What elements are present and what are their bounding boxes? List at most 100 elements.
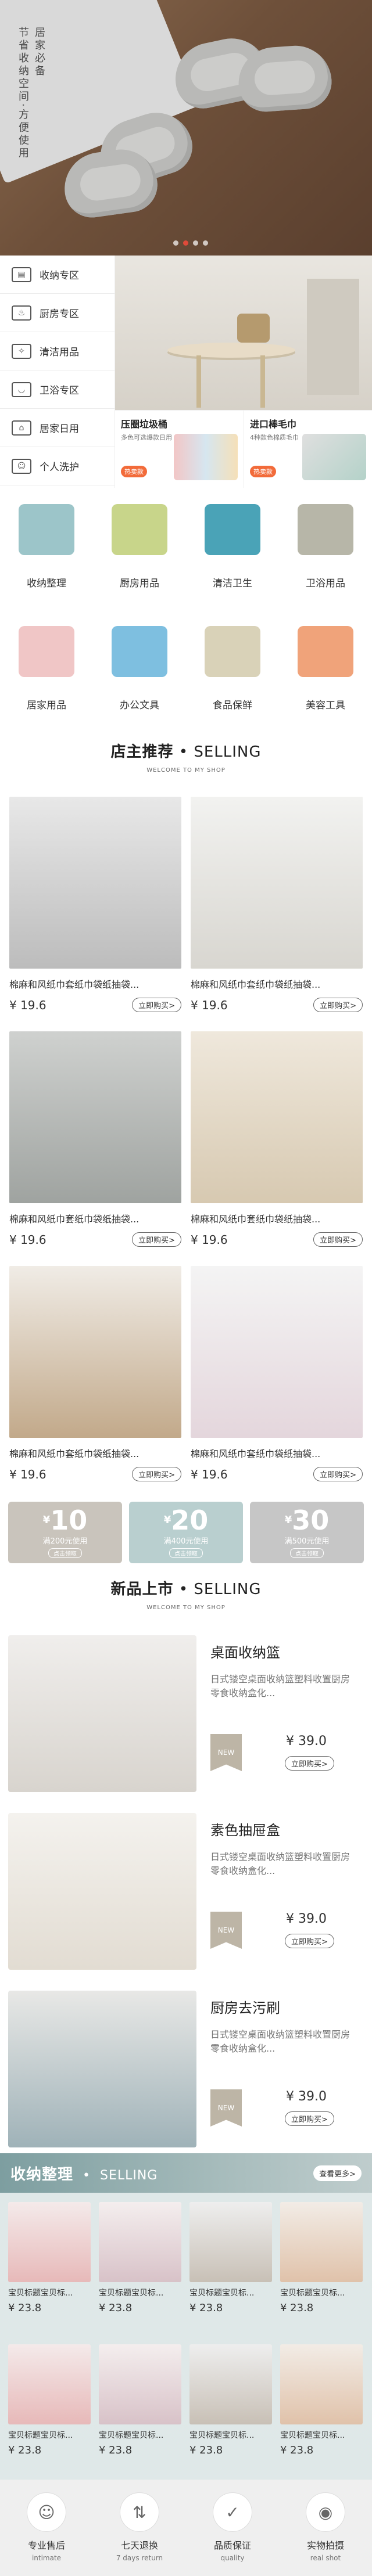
- coupon-amount: 20: [171, 1505, 209, 1536]
- view-more-button[interactable]: 查看更多>: [313, 2165, 362, 2181]
- service-label-en: intimate: [31, 2554, 62, 2562]
- cleaning-icon: ✧: [12, 343, 31, 359]
- claim-coupon-button[interactable]: 点击领取: [169, 1548, 203, 1558]
- carousel-dot-active[interactable]: [183, 240, 188, 246]
- buy-now-button[interactable]: 立即购买>: [313, 1232, 363, 1247]
- service-after-sales[interactable]: ☺ 专业售后 intimate: [12, 2492, 81, 2576]
- category-menu: ▤ 收纳专区 ♨ 厨房专区 ✧ 清洁用品 ◡ 卫浴专区 ⌂ 居家日用 ☺ 个人洗护: [0, 256, 115, 488]
- menu-item-label: 收纳专区: [40, 270, 79, 282]
- storage-product-card[interactable]: 宝贝标题宝贝标... ¥ 23.8: [280, 2344, 363, 2475]
- product-image: [280, 2344, 363, 2424]
- menu-item-kitchen[interactable]: ♨ 厨房专区: [0, 294, 115, 332]
- category-kitchen[interactable]: 厨房用品: [93, 501, 186, 605]
- service-real-shot[interactable]: ◉ 实物拍摄 real shot: [291, 2492, 360, 2576]
- product-card[interactable]: 棉麻和风纸巾套纸巾袋纸抽袋... ¥ 19.6 立即购买>: [9, 1031, 181, 1266]
- coupon-20[interactable]: ¥20 满400元使用 点击领取: [129, 1502, 243, 1563]
- buy-now-button[interactable]: 立即购买>: [285, 2111, 334, 2126]
- hero-banner[interactable]: 居家必备 节省收纳空间·方便使用: [0, 0, 372, 256]
- storage-product-card[interactable]: 宝贝标题宝贝标... ¥ 23.8: [189, 2344, 272, 2475]
- carousel-dot[interactable]: [173, 240, 178, 246]
- product-card[interactable]: 棉麻和风纸巾套纸巾袋纸抽袋... ¥ 19.6 立即购买>: [9, 1266, 181, 1501]
- table-leg: [260, 355, 265, 408]
- new-product-price: ¥ 39.0: [286, 1912, 327, 1926]
- buy-now-button[interactable]: 立即购买>: [285, 1934, 334, 1948]
- product-image: [189, 2202, 272, 2282]
- buy-now-button[interactable]: 立即购买>: [313, 1467, 363, 1481]
- shop-page: 居家必备 节省收纳空间·方便使用 ▤ 收纳专区 ♨ 厨房专区 ✧ 清洁用品 ◡ 卫浴专区…: [0, 0, 372, 2576]
- table-leg: [196, 355, 201, 408]
- service-label-en: quality: [220, 2554, 245, 2562]
- promo-banner-table[interactable]: [115, 256, 372, 410]
- buy-now-button[interactable]: 立即购买>: [132, 1232, 181, 1247]
- menu-item-home-daily[interactable]: ⌂ 居家日用: [0, 409, 115, 447]
- storage-product-card[interactable]: 宝贝标题宝贝标... ¥ 23.8: [99, 2344, 181, 2475]
- promo-title: 压圈垃圾桶: [121, 419, 168, 430]
- category-beauty[interactable]: 美容工具: [279, 623, 372, 727]
- service-label-en: 7 days return: [116, 2554, 163, 2562]
- service-footer: ☺ 专业售后 intimate ⇅ 七天退换 7 days return ✓ 品质保证 qu…: [0, 2480, 372, 2576]
- category-storage[interactable]: 收纳整理: [0, 501, 93, 605]
- menu-item-personal-care[interactable]: ☺ 个人洗护: [0, 447, 115, 485]
- section-title: 新品上市 • SELLING: [110, 1581, 262, 1598]
- storage-product-card[interactable]: 宝贝标题宝贝标... ¥ 23.8: [8, 2344, 91, 2475]
- category-cleaning[interactable]: 清洁卫生: [186, 501, 279, 605]
- category-office[interactable]: 办公文具: [93, 623, 186, 727]
- product-image: [189, 2344, 272, 2424]
- category-bathroom[interactable]: 卫浴用品: [279, 501, 372, 605]
- menu-item-cleaning[interactable]: ✧ 清洁用品: [0, 332, 115, 370]
- category-label: 办公文具: [120, 700, 159, 711]
- section-subtitle: WELCOME TO MY SHOP: [146, 767, 226, 773]
- product-price: ¥ 19.6: [191, 998, 228, 1012]
- service-returns[interactable]: ⇅ 七天退换 7 days return: [105, 2492, 174, 2576]
- coupon-condition: 满200元使用: [42, 1537, 88, 1546]
- section-header-new: 新品上市 • SELLING WELCOME TO MY SHOP: [0, 1577, 372, 1611]
- carousel-dot[interactable]: [193, 240, 198, 246]
- new-product-row[interactable]: 厨房去污刷 日式镂空桌面收纳篮塑料收置厨房零食收纳盒化... NEW ¥ 39.…: [0, 1991, 372, 2165]
- new-product-row[interactable]: 桌面收纳篮 日式镂空桌面收纳篮塑料收置厨房零食收纳盒化... NEW ¥ 39.…: [0, 1635, 372, 1809]
- buy-now-button[interactable]: 立即购买>: [285, 1756, 334, 1771]
- buy-now-button[interactable]: 立即购买>: [313, 998, 363, 1012]
- promo-card-towel[interactable]: 进口棒毛巾 4种款色棉质毛巾 热卖款: [244, 410, 372, 488]
- product-price: ¥ 23.8: [280, 2444, 314, 2456]
- product-price: ¥ 23.8: [280, 2302, 314, 2314]
- coupon-row: ¥10 满200元使用 点击领取 ¥20 满400元使用 点击领取 ¥30 满5…: [8, 1502, 364, 1563]
- new-product-title: 素色抽屉盒: [210, 1822, 280, 1839]
- promo-card-trash-bin[interactable]: 压圈垃圾桶 多色可选爆款日用 热卖款: [115, 410, 244, 488]
- buy-now-button[interactable]: 立即购买>: [132, 998, 181, 1012]
- product-card[interactable]: 棉麻和风纸巾套纸巾袋纸抽袋... ¥ 19.6 立即购买>: [191, 797, 363, 1031]
- category-home[interactable]: 居家用品: [0, 623, 93, 727]
- product-image: [99, 2202, 181, 2282]
- claim-coupon-button[interactable]: 点击领取: [48, 1548, 82, 1558]
- claim-coupon-button[interactable]: 点击领取: [290, 1548, 324, 1558]
- product-card[interactable]: 棉麻和风纸巾套纸巾袋纸抽袋... ¥ 19.6 立即购买>: [191, 1031, 363, 1266]
- storage-product-card[interactable]: 宝贝标题宝贝标... ¥ 23.8: [280, 2202, 363, 2333]
- menu-item-bathroom[interactable]: ◡ 卫浴专区: [0, 370, 115, 409]
- product-price: ¥ 23.8: [189, 2444, 223, 2456]
- product-name: 棉麻和风纸巾套纸巾袋纸抽袋...: [191, 1214, 321, 1225]
- basket-image: [237, 314, 270, 343]
- product-card[interactable]: 棉麻和风纸巾套纸巾袋纸抽袋... ¥ 19.6 立即购买>: [191, 1266, 363, 1501]
- service-label: 实物拍摄: [306, 2540, 344, 2551]
- service-quality[interactable]: ✓ 品质保证 quality: [198, 2492, 267, 2576]
- product-image-laundry-basket: [9, 1266, 181, 1438]
- new-product-row[interactable]: 素色抽屉盒 日式镂空桌面收纳篮塑料收置厨房零食收纳盒化... NEW ¥ 39.…: [0, 1813, 372, 1987]
- product-name: 宝贝标题宝贝标...: [280, 2431, 345, 2440]
- storage-product-card[interactable]: 宝贝标题宝贝标... ¥ 23.8: [99, 2202, 181, 2333]
- product-name: 宝贝标题宝贝标...: [99, 2289, 164, 2298]
- menu-item-storage[interactable]: ▤ 收纳专区: [0, 256, 115, 294]
- storage-product-card[interactable]: 宝贝标题宝贝标... ¥ 23.8: [8, 2202, 91, 2333]
- menu-item-label: 卫浴专区: [40, 385, 79, 397]
- buy-now-button[interactable]: 立即购买>: [132, 1467, 181, 1481]
- coupon-10[interactable]: ¥10 满200元使用 点击领取: [8, 1502, 122, 1563]
- product-card[interactable]: 棉麻和风纸巾套纸巾袋纸抽袋... ¥ 19.6 立即购买>: [9, 797, 181, 1031]
- service-label: 七天退换: [120, 2540, 158, 2551]
- storage-product-card[interactable]: 宝贝标题宝贝标... ¥ 23.8: [189, 2202, 272, 2333]
- service-label: 品质保证: [213, 2540, 251, 2551]
- storage-section-banner: 收纳整理 • SELLING 查看更多>: [0, 2153, 372, 2193]
- carousel-dot[interactable]: [203, 240, 208, 246]
- kitchen-icon: ♨: [12, 305, 31, 321]
- coupon-30[interactable]: ¥30 满500元使用 点击领取: [250, 1502, 364, 1563]
- product-price: ¥ 23.8: [99, 2302, 133, 2314]
- category-food[interactable]: 食品保鲜: [186, 623, 279, 727]
- storage-box-icon: ▤: [12, 267, 31, 282]
